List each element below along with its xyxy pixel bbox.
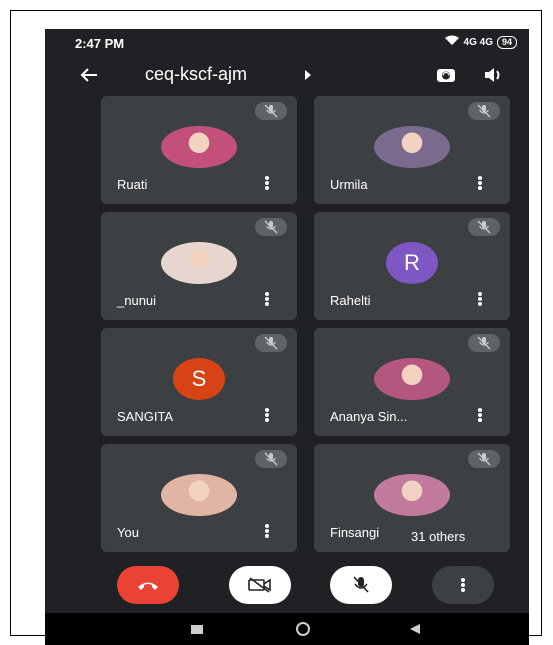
- participant-avatar: [161, 242, 237, 284]
- tile-more-icon[interactable]: [478, 292, 482, 306]
- mic-muted-indicator: [468, 102, 500, 120]
- tile-more-icon[interactable]: [265, 408, 269, 422]
- meeting-header: ceq-kscf-ajm: [45, 55, 529, 95]
- participant-name: Ananya Sin...: [330, 409, 408, 424]
- others-count-chip[interactable]: 31 others: [399, 524, 478, 549]
- participant-name: Ruati: [117, 177, 148, 192]
- tile-more-icon[interactable]: [265, 176, 269, 190]
- camera-off-icon: [248, 577, 271, 593]
- end-call-button[interactable]: [117, 566, 179, 604]
- more-vert-icon: [461, 578, 465, 592]
- participant-avatar: [161, 474, 237, 516]
- signal-icon: 4G 4G: [463, 36, 493, 48]
- back-arrow-icon[interactable]: [77, 63, 101, 87]
- mic-toggle-button[interactable]: [330, 566, 392, 604]
- screenshot-frame: 2:47 PM 4G 4G 94 ceq-kscf-ajm Ruati Urmi…: [10, 10, 542, 645]
- caret-right-icon[interactable]: [305, 70, 311, 80]
- participant-tile[interactable]: S SANGITA: [101, 328, 297, 436]
- battery-icon: 94: [496, 35, 517, 49]
- camera-toggle-button[interactable]: [229, 566, 291, 604]
- participant-tile[interactable]: You: [101, 444, 297, 552]
- switch-camera-icon[interactable]: [435, 64, 457, 86]
- home-button[interactable]: [296, 622, 310, 636]
- participant-name: Rahelti: [330, 293, 371, 308]
- participant-name: _nunui: [117, 293, 157, 308]
- participant-name: SANGITA: [117, 409, 174, 424]
- system-nav-bar: [45, 613, 529, 645]
- participant-tile[interactable]: Urmila: [314, 96, 510, 204]
- participant-tile[interactable]: Finsangi 31 others: [314, 444, 510, 552]
- wifi-icon: [444, 35, 460, 49]
- participant-avatar: [374, 474, 450, 516]
- meeting-code[interactable]: ceq-kscf-ajm: [145, 64, 247, 85]
- avatar-initial: S: [191, 366, 207, 391]
- status-time: 2:47 PM: [75, 36, 125, 51]
- hang-up-icon: [138, 582, 158, 590]
- speaker-icon[interactable]: [483, 65, 505, 85]
- participant-tile[interactable]: Ruati: [101, 96, 297, 204]
- participant-tile[interactable]: _nunui: [101, 212, 297, 320]
- participant-name: Finsangi: [330, 525, 380, 540]
- back-button[interactable]: [410, 624, 420, 634]
- mic-muted-indicator: [468, 218, 500, 236]
- mic-muted-indicator: [255, 334, 287, 352]
- tile-more-icon[interactable]: [265, 292, 269, 306]
- mic-muted-indicator: [255, 102, 287, 120]
- mic-muted-indicator: [468, 334, 500, 352]
- mic-off-icon: [353, 576, 369, 593]
- participant-avatar: S: [173, 358, 225, 400]
- more-options-button[interactable]: [432, 566, 494, 604]
- participant-name: You: [117, 525, 139, 540]
- recents-button[interactable]: [191, 625, 203, 634]
- mic-muted-indicator: [255, 218, 287, 236]
- tile-more-icon[interactable]: [478, 408, 482, 422]
- participant-avatar: [161, 126, 237, 168]
- participant-tile[interactable]: Ananya Sin...: [314, 328, 510, 436]
- mic-muted-indicator: [255, 450, 287, 468]
- tile-more-icon[interactable]: [265, 524, 269, 538]
- tile-more-icon[interactable]: [478, 176, 482, 190]
- participant-avatar: [374, 126, 450, 168]
- status-icons: 4G 4G 94: [444, 35, 517, 49]
- participant-avatar: [374, 358, 450, 400]
- mic-muted-indicator: [468, 450, 500, 468]
- avatar-initial: R: [404, 250, 420, 275]
- status-bar: 2:47 PM 4G 4G 94: [45, 29, 529, 55]
- participant-avatar: R: [386, 242, 438, 284]
- participant-name: Urmila: [330, 177, 368, 192]
- phone-screen: 2:47 PM 4G 4G 94 ceq-kscf-ajm Ruati Urmi…: [45, 29, 529, 645]
- participant-tile[interactable]: R Rahelti: [314, 212, 510, 320]
